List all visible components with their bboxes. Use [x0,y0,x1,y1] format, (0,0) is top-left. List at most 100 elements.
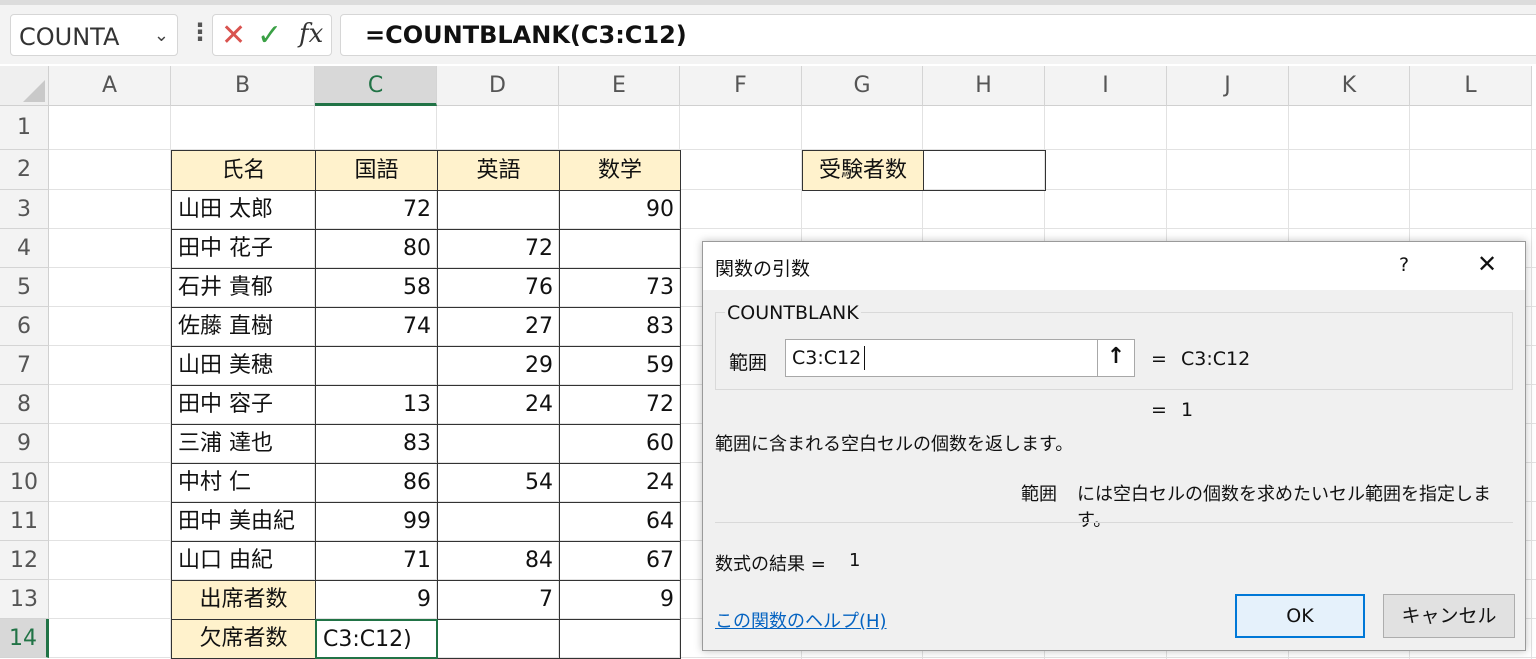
name-cell[interactable]: 田中 容子 [171,385,316,425]
active-cell-editing[interactable]: C3:C12) [315,619,438,659]
name-cell[interactable]: 中村 仁 [171,463,316,503]
attendance-count-cell[interactable]: 9 [315,580,438,620]
column-header-e[interactable]: E [559,66,680,106]
score-cell[interactable]: 84 [437,541,560,581]
column-header-j[interactable]: J [1167,66,1289,106]
column-header-c[interactable]: C [315,66,437,106]
score-cell[interactable]: 71 [315,541,438,581]
column-header-f[interactable]: F [680,66,802,106]
score-cell[interactable]: 76 [437,268,560,308]
table-header-cell[interactable]: 数学 [559,150,681,191]
absence-count-cell[interactable] [437,619,560,659]
formula-bar: COUNTA ⌄ ⋮ ✕ ✓ fx =COUNTBLANK(C3:C12) [0,0,1536,64]
row-header-4[interactable]: 4 [0,229,49,268]
absence-count-cell[interactable] [559,619,681,659]
ok-button[interactable]: OK [1235,594,1365,638]
chevron-down-icon[interactable]: ⌄ [154,25,169,46]
score-cell[interactable]: 24 [437,385,560,425]
score-cell[interactable]: 27 [437,307,560,347]
ribbon-edge [0,0,1536,5]
column-header-i[interactable]: I [1045,66,1167,106]
score-cell[interactable]: 64 [559,502,681,542]
row-header-7[interactable]: 7 [0,346,49,385]
score-cell[interactable]: 59 [559,346,681,386]
score-cell[interactable]: 58 [315,268,438,308]
row-header-12[interactable]: 12 [0,541,49,580]
text-caret [864,346,865,370]
score-cell[interactable]: 67 [559,541,681,581]
function-help-link[interactable]: この関数のヘルプ(H) [715,607,887,633]
name-box[interactable]: COUNTA ⌄ [10,14,178,56]
score-cell[interactable]: 86 [315,463,438,503]
row-header-14[interactable]: 14 [0,619,49,658]
score-cell[interactable]: 99 [315,502,438,542]
score-cell[interactable]: 24 [559,463,681,503]
enter-icon[interactable]: ✓ [257,18,282,53]
score-cell[interactable]: 74 [315,307,438,347]
formula-input[interactable]: =COUNTBLANK(C3:C12) [340,14,1536,56]
row-header-9[interactable]: 9 [0,424,49,463]
name-cell[interactable]: 山田 太郎 [171,190,316,230]
score-cell[interactable]: 72 [559,385,681,425]
row-header-6[interactable]: 6 [0,307,49,346]
column-header-k[interactable]: K [1289,66,1410,106]
score-cell[interactable]: 90 [559,190,681,230]
row-header-2[interactable]: 2 [0,150,49,190]
column-header-g[interactable]: G [802,66,923,106]
name-cell[interactable]: 佐藤 直樹 [171,307,316,347]
row-header-10[interactable]: 10 [0,463,49,502]
score-cell[interactable]: 83 [559,307,681,347]
name-cell[interactable]: 山口 由紀 [171,541,316,581]
row-header-5[interactable]: 5 [0,268,49,307]
table-header-cell[interactable]: 国語 [315,150,438,191]
score-cell[interactable]: 80 [315,229,438,269]
select-all-button[interactable] [0,66,49,106]
column-header-h[interactable]: H [923,66,1045,106]
score-cell[interactable] [559,229,681,269]
name-cell[interactable]: 三浦 達也 [171,424,316,464]
cancel-button[interactable]: キャンセル [1383,594,1515,638]
column-header-d[interactable]: D [437,66,559,106]
help-icon[interactable]: ? [1399,254,1409,276]
column-header-a[interactable]: A [49,66,171,106]
close-icon[interactable]: ✕ [1477,250,1497,278]
examinees-label-cell[interactable]: 受験者数 [802,150,924,191]
attendance-label-cell[interactable]: 出席者数 [171,580,316,620]
score-cell[interactable]: 13 [315,385,438,425]
score-cell[interactable] [437,424,560,464]
score-cell[interactable] [315,346,438,386]
score-cell[interactable]: 29 [437,346,560,386]
score-cell[interactable] [437,190,560,230]
argument-input-value: C3:C12 [792,347,862,369]
name-cell[interactable]: 石井 貴郁 [171,268,316,308]
name-cell[interactable]: 山田 美穂 [171,346,316,386]
table-header-cell[interactable]: 英語 [437,150,560,191]
argument-input[interactable]: C3:C12 [785,339,1117,377]
name-cell[interactable]: 田中 花子 [171,229,316,269]
column-header-b[interactable]: B [171,66,315,106]
column-header-l[interactable]: L [1410,66,1532,106]
examinees-value-cell[interactable] [923,150,1046,191]
score-cell[interactable] [437,502,560,542]
dialog-titlebar[interactable]: 関数の引数 ? ✕ [703,242,1525,290]
row-header-3[interactable]: 3 [0,190,49,229]
score-cell[interactable]: 54 [437,463,560,503]
row-header-13[interactable]: 13 [0,580,49,619]
row-header-8[interactable]: 8 [0,385,49,424]
insert-function-icon[interactable]: fx [299,19,323,49]
attendance-count-cell[interactable]: 7 [437,580,560,620]
table-header-cell[interactable]: 氏名 [171,150,316,191]
row-header-11[interactable]: 11 [0,502,49,541]
collapse-dialog-button[interactable]: ↑ [1097,339,1135,377]
score-cell[interactable]: 60 [559,424,681,464]
score-cell[interactable]: 73 [559,268,681,308]
score-cell[interactable]: 83 [315,424,438,464]
absence-label-cell[interactable]: 欠席者数 [171,619,316,659]
row-header-1[interactable]: 1 [0,106,49,150]
attendance-count-cell[interactable]: 9 [559,580,681,620]
score-cell[interactable]: 72 [315,190,438,230]
score-cell[interactable]: 72 [437,229,560,269]
cancel-icon[interactable]: ✕ [221,18,246,53]
name-cell[interactable]: 田中 美由紀 [171,502,316,542]
more-options-icon[interactable]: ⋮ [188,18,212,46]
